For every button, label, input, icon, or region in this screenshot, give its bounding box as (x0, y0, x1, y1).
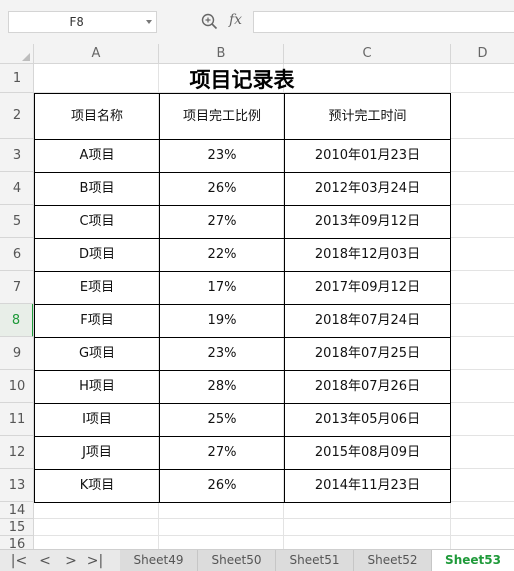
table-cell[interactable]: 2014年11月23日 (285, 470, 450, 502)
row-header-11[interactable]: 11 (0, 403, 33, 436)
table-cell[interactable]: 23% (160, 140, 284, 172)
sheet-title[interactable]: 项目记录表 (34, 64, 450, 93)
table-cell[interactable]: 2015年08月09日 (285, 437, 450, 469)
record-table: 项目名称 项目完工比例 预计完工时间 A项目 23% 2010年01月23日 B… (34, 93, 451, 503)
gridline (451, 402, 514, 403)
formula-input[interactable] (253, 11, 514, 33)
table-cell[interactable]: H项目 (35, 371, 159, 403)
column-header-c[interactable]: C (284, 44, 451, 64)
table-cell[interactable]: D项目 (35, 239, 159, 271)
table-cell[interactable]: A项目 (35, 140, 159, 172)
table-cell[interactable]: B项目 (35, 173, 159, 205)
table-cell[interactable]: I项目 (35, 404, 159, 436)
sheet-tab-bar: |< < > >| Sheet49 Sheet50 Sheet51 Sheet5… (0, 549, 514, 571)
row-header-9[interactable]: 9 (0, 337, 33, 370)
first-sheet-button[interactable]: |< (10, 552, 28, 570)
table-cell[interactable]: 2012年03月24日 (285, 173, 450, 205)
gridline (451, 270, 514, 271)
table-cell[interactable]: 23% (160, 338, 284, 370)
header-cell-project-name[interactable]: 项目名称 (35, 94, 159, 139)
prev-sheet-button[interactable]: < (36, 552, 54, 570)
row-header-5[interactable]: 5 (0, 205, 33, 238)
last-sheet-button[interactable]: >| (86, 552, 104, 570)
row-header-12[interactable]: 12 (0, 436, 33, 469)
table-cell[interactable]: C项目 (35, 206, 159, 238)
row-header-7[interactable]: 7 (0, 271, 33, 304)
row-header-6[interactable]: 6 (0, 238, 33, 271)
table-cell[interactable]: K项目 (35, 470, 159, 502)
select-all-corner[interactable] (0, 44, 34, 64)
row-header-15[interactable]: 15 (0, 519, 33, 536)
name-box[interactable]: F8 (8, 11, 157, 33)
cell-grid[interactable]: 项目记录表 项目名称 项目完工比例 预计完工时间 A项目 23% 2010年01… (34, 64, 514, 549)
column-header-d[interactable]: D (451, 44, 514, 64)
table-cell[interactable]: 2010年01月23日 (285, 140, 450, 172)
tab-sheet49[interactable]: Sheet49 (120, 550, 198, 571)
table-cell[interactable]: 26% (160, 173, 284, 205)
row-header-4[interactable]: 4 (0, 172, 33, 205)
gridline (451, 336, 514, 337)
gridline (451, 303, 514, 304)
gridline (451, 369, 514, 370)
table-cell[interactable]: 28% (160, 371, 284, 403)
table-cell[interactable]: 2018年07月26日 (285, 371, 450, 403)
table-cell[interactable]: 2018年12月03日 (285, 239, 450, 271)
tab-sheet50[interactable]: Sheet50 (198, 550, 276, 571)
table-cell[interactable]: J项目 (35, 437, 159, 469)
table-cell[interactable]: F项目 (35, 305, 159, 337)
table-cell[interactable]: 19% (160, 305, 284, 337)
gridline (451, 501, 514, 502)
row-header-bar: 1 2 3 4 5 6 7 8 9 10 11 12 13 14 15 16 (0, 64, 34, 549)
row-header-14[interactable]: 14 (0, 502, 33, 519)
select-all-icon (22, 53, 30, 61)
row-header-8[interactable]: 8 (0, 304, 33, 337)
column-header-b[interactable]: B (159, 44, 284, 64)
row-header-1[interactable]: 1 (0, 64, 33, 93)
formula-bar: F8 fx (0, 0, 514, 44)
table-cell[interactable]: 2018年07月25日 (285, 338, 450, 370)
row-header-2[interactable]: 2 (0, 93, 33, 139)
header-cell-completion-ratio[interactable]: 项目完工比例 (160, 94, 284, 139)
table-cell[interactable]: 25% (160, 404, 284, 436)
tab-sheet53[interactable]: Sheet53 (432, 550, 514, 571)
gridline (451, 204, 514, 205)
table-cell[interactable]: 26% (160, 470, 284, 502)
tab-sheet52[interactable]: Sheet52 (354, 550, 432, 571)
chevron-down-icon[interactable] (146, 20, 152, 24)
header-cell-completion-date[interactable]: 预计完工时间 (285, 94, 450, 139)
gridline (451, 237, 514, 238)
row-header-13[interactable]: 13 (0, 469, 33, 502)
row-header-3[interactable]: 3 (0, 139, 33, 172)
table-cell[interactable]: 27% (160, 206, 284, 238)
next-sheet-button[interactable]: > (62, 552, 80, 570)
gridline (451, 468, 514, 469)
zoom-icon[interactable] (201, 13, 218, 30)
table-cell[interactable]: G项目 (35, 338, 159, 370)
gridline (451, 138, 514, 139)
gridline (451, 171, 514, 172)
gridline (451, 435, 514, 436)
gridline (34, 535, 514, 536)
table-cell[interactable]: 22% (160, 239, 284, 271)
fx-icon[interactable]: fx (229, 12, 242, 28)
table-cell[interactable]: 2017年09月12日 (285, 272, 450, 304)
table-cell[interactable]: 17% (160, 272, 284, 304)
row-header-16[interactable]: 16 (0, 536, 33, 549)
tab-sheet51[interactable]: Sheet51 (276, 550, 354, 571)
table-cell[interactable]: 2013年09月12日 (285, 206, 450, 238)
cell-reference: F8 (69, 15, 84, 29)
table-cell[interactable]: E项目 (35, 272, 159, 304)
column-header-bar: A B C D (0, 44, 514, 64)
row-header-10[interactable]: 10 (0, 370, 33, 403)
gridline (34, 518, 514, 519)
column-header-a[interactable]: A (34, 44, 159, 64)
table-cell[interactable]: 2018年07月24日 (285, 305, 450, 337)
table-cell[interactable]: 2013年05月06日 (285, 404, 450, 436)
table-cell[interactable]: 27% (160, 437, 284, 469)
